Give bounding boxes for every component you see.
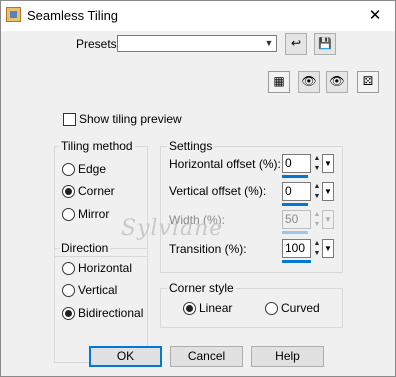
title-bar[interactable]: Seamless Tiling ✕: [1, 1, 395, 31]
chevron-down-icon[interactable]: ▼: [322, 182, 334, 201]
proof-button[interactable]: 👁: [326, 71, 348, 93]
eye-lock-icon: 👁: [301, 74, 317, 88]
spin-up-icon: ▲: [312, 210, 322, 219]
reset-preset-button[interactable]: ↩: [285, 33, 307, 55]
edge-radio[interactable]: [62, 163, 75, 176]
curved-label: Curved: [281, 301, 320, 315]
save-preset-button[interactable]: 💾: [314, 33, 336, 55]
mirror-label: Mirror: [78, 207, 110, 221]
watermark-text: Sylviane: [121, 216, 224, 241]
eye-icon: 👁: [329, 74, 345, 88]
chevron-down-icon[interactable]: ▼: [322, 154, 334, 173]
curved-radio[interactable]: [265, 302, 278, 315]
corner-label: Corner: [78, 184, 115, 198]
transition-slider[interactable]: [282, 260, 311, 263]
layout-icon: ▦: [273, 74, 285, 88]
settings-title: Settings: [167, 139, 215, 153]
horizontal-offset-spinner[interactable]: 0 ▲ ▼ ▼: [282, 154, 335, 178]
presets-label: Presets:: [76, 37, 121, 51]
auto-proof-button[interactable]: 👁: [298, 71, 320, 93]
linear-radio[interactable]: [183, 302, 196, 315]
transition-input[interactable]: 100: [282, 239, 311, 258]
spin-up-icon[interactable]: ▲: [312, 154, 322, 163]
chevron-down-icon: ▼: [322, 210, 334, 229]
spin-down-icon[interactable]: ▼: [312, 164, 322, 173]
spin-up-icon[interactable]: ▲: [312, 239, 322, 248]
cancel-button[interactable]: Cancel: [170, 346, 243, 367]
width-slider: [282, 231, 308, 234]
reset-icon: ↩: [290, 36, 302, 50]
horizontal-label: Horizontal: [78, 261, 133, 275]
help-button[interactable]: Help: [251, 346, 324, 367]
spin-down-icon[interactable]: ▼: [312, 249, 322, 258]
spin-down-icon[interactable]: ▼: [312, 192, 322, 201]
corner-radio[interactable]: [62, 185, 75, 198]
horizontal-radio[interactable]: [62, 262, 75, 275]
direction-title: Direction: [59, 241, 111, 255]
horizontal-offset-input[interactable]: 0: [282, 154, 311, 173]
mirror-radio[interactable]: [62, 208, 75, 221]
bidirectional-radio[interactable]: [62, 307, 75, 320]
app-icon: [6, 7, 21, 22]
spin-up-icon[interactable]: ▲: [312, 182, 322, 191]
vertical-radio[interactable]: [62, 284, 75, 297]
save-icon: 💾: [318, 38, 332, 50]
width-spinner: 50 ▲ ▼ ▼: [282, 210, 335, 234]
vertical-offset-spinner[interactable]: 0 ▲ ▼ ▼: [282, 182, 335, 206]
window-title: Seamless Tiling: [27, 8, 119, 23]
ok-button[interactable]: OK: [89, 346, 162, 367]
show-tiling-preview-checkbox[interactable]: [63, 113, 76, 126]
vertical-offset-input[interactable]: 0: [282, 182, 311, 201]
horizontal-offset-label: Horizontal offset (%):: [169, 157, 281, 171]
tiling-method-title: Tiling method: [59, 139, 135, 153]
spin-down-icon: ▼: [312, 220, 322, 229]
chevron-down-icon[interactable]: ▼: [262, 36, 276, 51]
vertical-label: Vertical: [78, 283, 118, 297]
proof-layout-button[interactable]: ▦: [268, 71, 290, 93]
horizontal-offset-slider[interactable]: [282, 175, 308, 178]
seamless-tiling-dialog: Seamless Tiling ✕ Presets: ▼ ↩ 💾 ▦ 👁 👁 ⚄…: [0, 0, 396, 377]
transition-spinner[interactable]: 100 ▲ ▼ ▼: [282, 239, 335, 263]
randomize-button[interactable]: ⚄: [357, 71, 379, 93]
dialog-body: Presets: ▼ ↩ 💾 ▦ 👁 👁 ⚄ Show tiling previ…: [1, 31, 395, 376]
width-input: 50: [282, 210, 311, 229]
dice-icon: ⚄: [362, 74, 374, 88]
linear-label: Linear: [199, 301, 233, 315]
show-tiling-preview-label: Show tiling preview: [79, 112, 182, 126]
chevron-down-icon[interactable]: ▼: [322, 239, 334, 258]
corner-style-title: Corner style: [167, 281, 236, 295]
close-icon[interactable]: ✕: [355, 1, 395, 31]
transition-label: Transition (%):: [169, 242, 247, 256]
vertical-offset-label: Vertical offset (%):: [169, 184, 267, 198]
vertical-offset-slider[interactable]: [282, 203, 308, 206]
bidirectional-label: Bidirectional: [78, 306, 144, 320]
edge-label: Edge: [78, 162, 107, 176]
presets-combobox[interactable]: ▼: [117, 35, 277, 52]
